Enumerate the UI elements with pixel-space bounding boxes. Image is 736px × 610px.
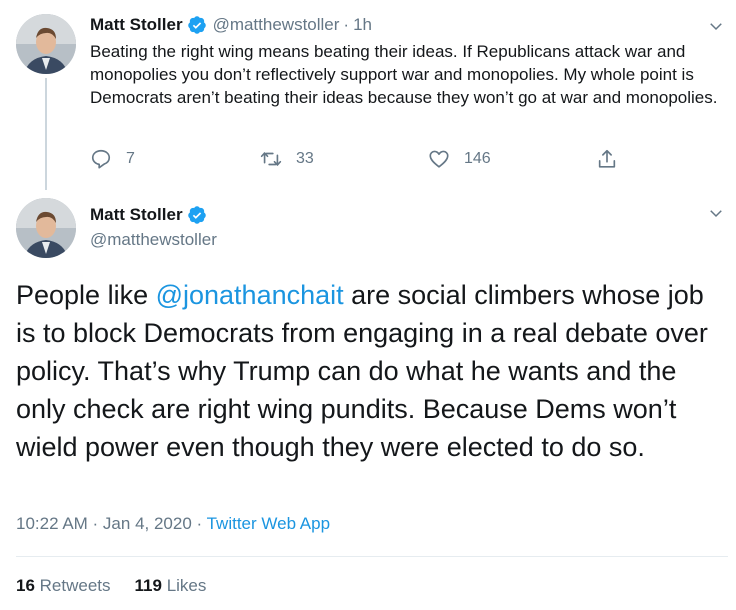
tweet-metadata: 10:22 AM · Jan 4, 2020 · Twitter Web App [16, 514, 330, 534]
reply-button[interactable]: 7 [90, 148, 135, 170]
retweet-button[interactable]: 33 [260, 148, 314, 170]
tweet-text: Beating the right wing means beating the… [90, 42, 718, 107]
divider [16, 556, 728, 557]
retweet-icon [260, 152, 282, 166]
retweets-stat[interactable]: 16 Retweets [16, 576, 111, 595]
author-handle[interactable]: @matthewstoller [90, 230, 217, 250]
tweet-header: Matt Stoller @matthewstoller [90, 204, 217, 250]
retweets-label: Retweets [39, 576, 111, 595]
like-button[interactable]: 146 [428, 148, 491, 170]
chevron-down-icon[interactable] [707, 204, 725, 222]
thread-connector-line [45, 78, 47, 190]
tweet-timestamp[interactable]: 10:22 AM · Jan 4, 2020 · [16, 514, 207, 533]
mention-link[interactable]: @jonathanchait [156, 280, 344, 310]
tweet-stats: 16 Retweets 119 Likes [16, 576, 206, 596]
retweets-value: 16 [16, 576, 35, 595]
like-count: 146 [464, 150, 491, 167]
retweet-count: 33 [296, 150, 314, 167]
verified-badge-icon [187, 15, 207, 35]
tweet-text-start: People like [16, 280, 156, 310]
tweet-text: People like @jonathanchait are social cl… [16, 276, 716, 466]
tweet-actions: 7 33 146 [90, 148, 650, 174]
reply-icon [91, 149, 111, 169]
avatar-image [16, 14, 76, 74]
author-handle[interactable]: @matthewstoller [213, 14, 340, 36]
author-name[interactable]: Matt Stoller [90, 204, 183, 226]
chevron-down-icon[interactable] [707, 17, 725, 35]
share-icon [598, 149, 616, 168]
likes-label: Likes [166, 576, 207, 595]
likes-value: 119 [134, 576, 162, 595]
author-name[interactable]: Matt Stoller [90, 14, 183, 36]
tweet-header: Matt Stoller @matthewstoller · 1h [90, 14, 372, 36]
tweet-time[interactable]: 1h [353, 14, 372, 36]
avatar-image [16, 198, 76, 258]
likes-stat[interactable]: 119 Likes [135, 576, 207, 595]
avatar[interactable] [16, 198, 76, 258]
heart-icon [429, 150, 449, 168]
verified-badge-icon [187, 205, 207, 225]
separator-dot: · [343, 15, 350, 34]
reply-count: 7 [126, 150, 135, 167]
avatar[interactable] [16, 14, 76, 74]
source-app-link[interactable]: Twitter Web App [207, 514, 330, 533]
parent-tweet[interactable]: Matt Stoller @matthewstoller · 1h Beatin… [0, 0, 736, 190]
share-button[interactable] [596, 148, 618, 170]
